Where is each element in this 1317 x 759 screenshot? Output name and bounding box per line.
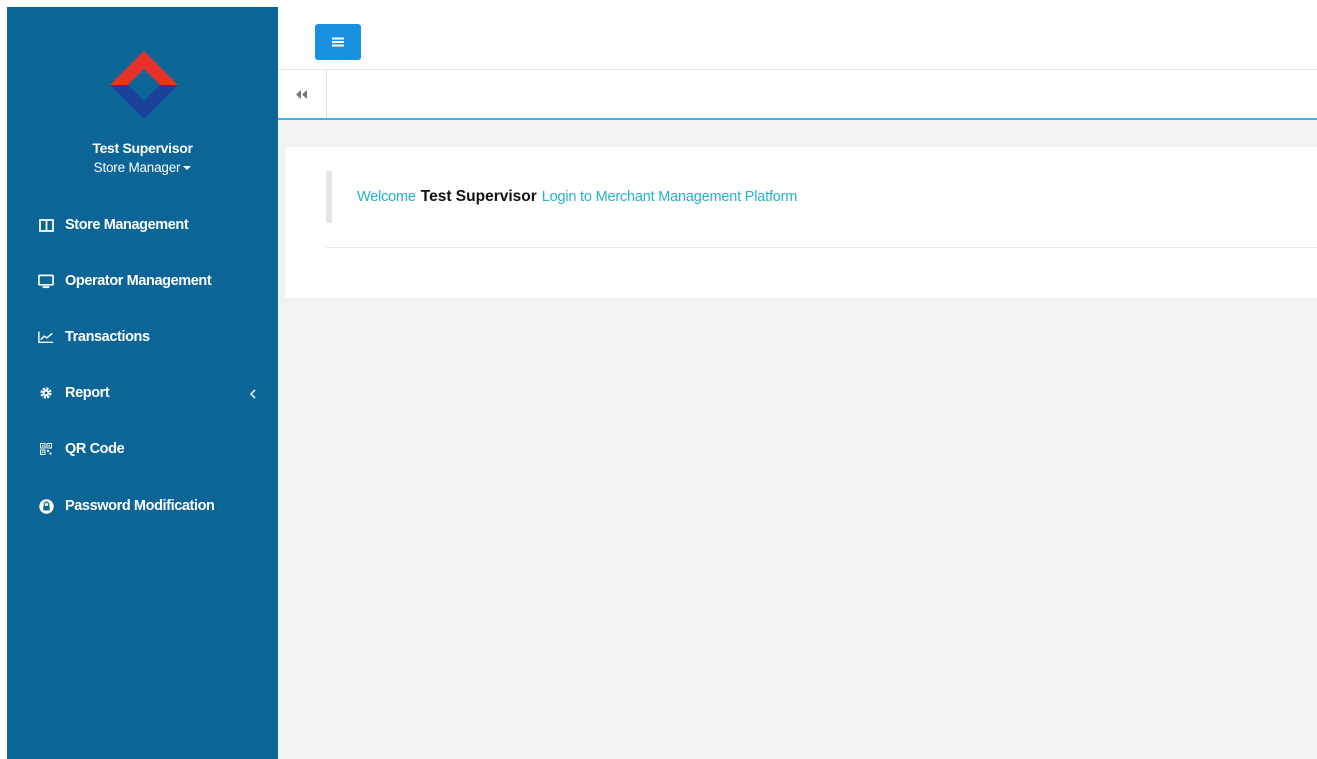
sidebar-item-label: Store Management: [65, 217, 189, 233]
qrcode-icon: [38, 441, 54, 457]
user-name: Test Supervisor: [92, 140, 193, 156]
caret-down-icon: [183, 166, 192, 171]
sidebar-item-operator-management[interactable]: Operator Management: [7, 261, 278, 301]
sidebar-item-label: QR Code: [65, 441, 125, 457]
sidebar-item-label: Report: [65, 385, 110, 401]
double-chevron-left-icon: [296, 89, 307, 99]
menu-toggle-button[interactable]: [315, 24, 361, 60]
sidebar-item-report[interactable]: Report: [7, 373, 278, 413]
sidebar-item-label: Transactions: [65, 329, 150, 345]
tab-scroll-left-button[interactable]: [278, 70, 327, 118]
tab-bar: [278, 69, 1317, 120]
welcome-prefix: Welcome: [357, 189, 416, 205]
welcome-message: Welcome Test Supervisor Login to Merchan…: [326, 171, 1317, 223]
columns-icon: [38, 217, 54, 233]
welcome-user-name: Test Supervisor: [420, 188, 537, 205]
line-chart-icon: [38, 329, 54, 345]
top-header: [278, 0, 1317, 69]
user-role-dropdown[interactable]: Store Manager: [7, 160, 278, 175]
sidebar-item-label: Password Modification: [65, 498, 215, 514]
welcome-panel: Welcome Test Supervisor Login to Merchan…: [285, 147, 1317, 298]
lock-icon: [38, 498, 54, 514]
chevron-left-icon: [249, 386, 256, 404]
sidebar: Test Supervisor Store Manager Store Mana…: [7, 7, 278, 759]
sidebar-item-password-modification[interactable]: Password Modification: [7, 486, 278, 526]
gear-icon: [38, 385, 54, 401]
main-content: Welcome Test Supervisor Login to Merchan…: [278, 120, 1317, 759]
sidebar-item-label: Operator Management: [65, 273, 212, 289]
sidebar-item-store-management[interactable]: Store Management: [7, 205, 278, 245]
divider: [326, 247, 1317, 248]
monitor-icon: [38, 273, 54, 289]
welcome-suffix: Login to Merchant Management Platform: [541, 189, 798, 205]
sidebar-item-transactions[interactable]: Transactions: [7, 317, 278, 357]
hamburger-icon: [332, 37, 344, 47]
sidebar-item-qr-code[interactable]: QR Code: [7, 429, 278, 469]
user-role-label: Store Manager: [93, 160, 181, 175]
brand-logo: [110, 51, 178, 119]
